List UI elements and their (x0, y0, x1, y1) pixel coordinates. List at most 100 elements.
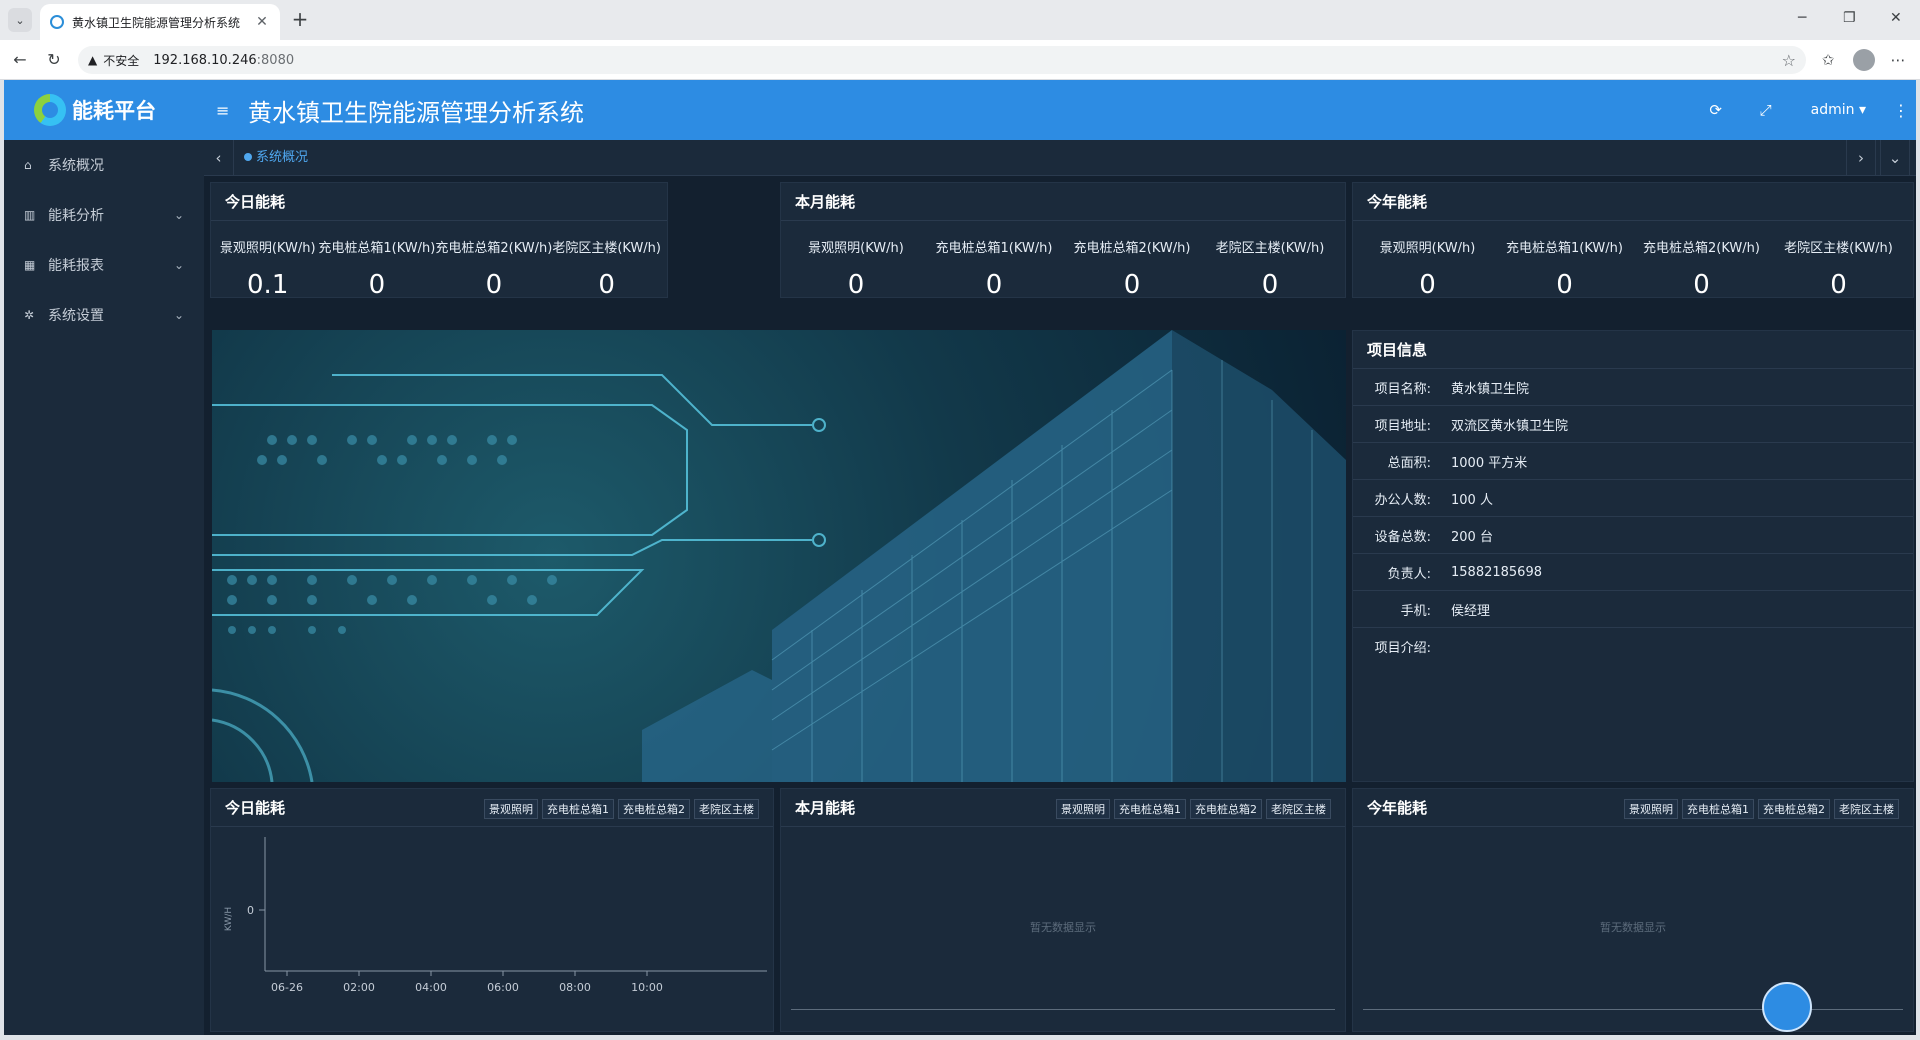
info-row: 项目名称: 黄水镇卫生院 (1353, 369, 1913, 406)
tags-prev-icon[interactable]: ‹ (204, 140, 234, 176)
metric-charging-box-2: 充电桩总箱2(KW/h) 0 (1633, 221, 1770, 300)
no-data-text: 暂无数据显示 (1600, 921, 1666, 934)
metric-label: 充电桩总箱1(KW/h) (935, 241, 1053, 256)
chevron-down-icon: ⌄ (173, 258, 184, 272)
year-energy-card: 今年能耗 景观照明(KW/h) 0 充电桩总箱1(KW/h) 0 充电桩总箱2(KW… (1352, 182, 1914, 300)
today-energy-chart-card: 今日能耗 景观照明 充电桩总箱1 充电桩总箱2 老院区主楼 KW/H 0 06-… (210, 788, 774, 1032)
info-value: 1000 平方米 (1451, 455, 1528, 471)
brand-logo: 能耗平台 (4, 80, 204, 140)
sidebar-item-analysis[interactable]: ▥ 能耗分析 ⌄ (4, 190, 204, 240)
year-energy-chart-card: 今年能耗 景观照明 充电桩总箱1 充电桩总箱2 老院区主楼 暂无数据显示 (1352, 788, 1914, 1032)
tab-close-icon[interactable]: ✕ (254, 14, 270, 30)
sidebar: 能耗平台 ⌂ 系统概况 ▥ 能耗分析 ⌄ ▦ 能耗报表 ⌄ ✲ 系统设置 ⌄ (4, 80, 204, 1035)
back-icon[interactable]: ← (8, 48, 32, 72)
x-tick-label: 06-26 (271, 981, 303, 994)
x-tick-label: 06:00 (487, 981, 519, 994)
user-dropdown[interactable]: admin ▾ (1811, 102, 1866, 118)
reload-icon[interactable]: ↻ (42, 48, 66, 72)
tag-overview[interactable]: 系统概况 (244, 144, 320, 172)
chart-baseline (1363, 1009, 1903, 1010)
favorites-icon[interactable]: ✩ (1816, 48, 1840, 72)
tag-label: 系统概况 (256, 150, 309, 165)
more-vertical-icon[interactable]: ⋮ (1886, 101, 1916, 120)
browser-tab[interactable]: 黄水镇卫生院能源管理分析系统 ✕ (40, 4, 280, 40)
app-root: 能耗平台 ⌂ 系统概况 ▥ 能耗分析 ⌄ ▦ 能耗报表 ⌄ ✲ 系统设置 ⌄ ≡… (4, 80, 1916, 1035)
sidebar-item-label: 能耗分析 (48, 208, 104, 224)
menu-toggle-icon[interactable]: ≡ (216, 101, 240, 120)
x-tick-label: 08:00 (559, 981, 591, 994)
restore-icon[interactable]: ❐ (1843, 10, 1856, 26)
info-value: 100 人 (1451, 492, 1493, 508)
legend-item[interactable]: 充电桩总箱1 (1114, 799, 1186, 819)
minimize-icon[interactable]: ─ (1798, 10, 1806, 26)
metric-value: 0 (1123, 270, 1141, 300)
month-energy-chart-card: 本月能耗 景观照明 充电桩总箱1 充电桩总箱2 老院区主楼 暂无数据显示 (780, 788, 1346, 1032)
address-bar[interactable]: ▲ 不安全 192.168.10.246 :8080 ☆ (78, 46, 1806, 74)
metric-value: 0 (985, 270, 1003, 300)
window-close-icon[interactable]: ✕ (1890, 10, 1902, 26)
metric-label: 景观照明(KW/h) (219, 241, 316, 256)
tags-bar: ‹ 系统概况 › ⌄ (204, 140, 1916, 176)
warning-icon: ▲ (88, 53, 98, 67)
legend-item[interactable]: 充电桩总箱1 (542, 799, 614, 819)
brand-name: 能耗平台 (72, 99, 156, 123)
bookmark-star-icon[interactable]: ☆ (1782, 51, 1796, 70)
legend-item[interactable]: 充电桩总箱2 (1758, 799, 1830, 819)
metric-label: 充电桩总箱2(KW/h) (1643, 241, 1760, 256)
legend-item[interactable]: 充电桩总箱1 (1682, 799, 1754, 819)
card-title: 今日能耗 (211, 183, 667, 221)
tags-next-icon[interactable]: › (1846, 140, 1876, 176)
profile-avatar-icon[interactable] (1853, 49, 1875, 71)
legend-item[interactable]: 景观照明 (1056, 799, 1110, 819)
metric-old-main-building: 老院区主楼(KW/h) 0 (552, 221, 661, 300)
metric-label: 充电桩总箱2(KW/h) (1073, 241, 1191, 256)
floating-action-button[interactable] (1762, 982, 1812, 1032)
logo-icon (34, 94, 66, 126)
metric-label: 充电桩总箱1(KW/h) (318, 241, 436, 256)
sidebar-item-settings[interactable]: ✲ 系统设置 ⌄ (4, 290, 204, 340)
metric-old-main-building: 老院区主楼(KW/h) 0 (1201, 221, 1339, 300)
info-key: 负责人: (1387, 566, 1431, 582)
tags-menu-icon[interactable]: ⌄ (1880, 140, 1910, 176)
x-tick-label: 10:00 (631, 981, 663, 994)
info-key: 项目地址: (1374, 418, 1431, 434)
refresh-icon[interactable]: ⟳ (1691, 101, 1741, 119)
legend-item[interactable]: 充电桩总箱2 (618, 799, 690, 819)
chart-legend: 景观照明 充电桩总箱1 充电桩总箱2 老院区主楼 (484, 799, 759, 819)
browser-toolbar: ← ↻ ▲ 不安全 192.168.10.246 :8080 ☆ ✩ ⋯ (0, 40, 1920, 80)
info-row: 负责人: 15882185698 (1353, 554, 1913, 591)
info-row: 设备总数: 200 台 (1353, 517, 1913, 554)
card-title: 本月能耗 (781, 183, 1345, 221)
new-tab-icon[interactable]: + (288, 8, 312, 32)
chevron-down-icon: ⌄ (173, 308, 184, 322)
table-icon: ▦ (24, 258, 36, 272)
metric-label: 景观照明(KW/h) (1379, 241, 1476, 256)
sidebar-item-label: 系统设置 (48, 308, 104, 324)
site-favicon-icon (50, 15, 64, 29)
metric-value: 0.1 (247, 270, 289, 300)
legend-item[interactable]: 老院区主楼 (1266, 799, 1331, 819)
browser-menu-icon[interactable]: ⋯ (1886, 48, 1910, 72)
metric-value: 0 (1419, 270, 1436, 300)
y-axis-unit: KW/H (224, 907, 234, 931)
info-key: 设备总数: (1374, 529, 1431, 545)
url-host: 192.168.10.246 (153, 52, 257, 68)
sidebar-item-reports[interactable]: ▦ 能耗报表 ⌄ (4, 240, 204, 290)
fullscreen-icon[interactable]: ⤢ (1741, 101, 1791, 119)
legend-item[interactable]: 老院区主楼 (1834, 799, 1899, 819)
metric-value: 0 (1693, 270, 1710, 300)
legend-item[interactable]: 老院区主楼 (694, 799, 759, 819)
card-title: 项目信息 (1353, 331, 1913, 369)
bar-chart-icon: ▥ (24, 208, 36, 222)
info-value: 黄水镇卫生院 (1451, 381, 1530, 397)
info-row: 总面积: 1000 平方米 (1353, 443, 1913, 480)
legend-item[interactable]: 景观照明 (484, 799, 538, 819)
tab-list-icon[interactable]: ⌄ (8, 8, 32, 32)
legend-item[interactable]: 景观照明 (1624, 799, 1678, 819)
info-value: 双流区黄水镇卫生院 (1451, 418, 1569, 434)
sidebar-item-overview[interactable]: ⌂ 系统概况 (4, 140, 204, 190)
legend-item[interactable]: 充电桩总箱2 (1190, 799, 1262, 819)
metric-value: 0 (598, 270, 615, 300)
username: admin (1810, 102, 1855, 118)
metric-value: 0 (1261, 270, 1279, 300)
